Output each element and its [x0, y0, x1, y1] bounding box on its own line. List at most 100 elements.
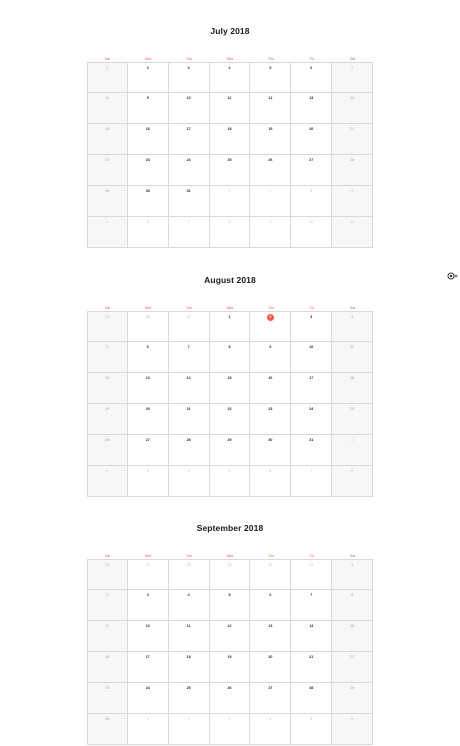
day-cell[interactable]: 1 — [209, 311, 251, 342]
day-cell[interactable]: 22 — [87, 155, 128, 186]
day-cell[interactable]: 5 — [209, 466, 251, 497]
day-cell[interactable]: 5 — [87, 217, 128, 248]
day-cell[interactable]: 3 — [127, 590, 169, 621]
day-cell[interactable]: 17 — [168, 124, 210, 155]
day-cell[interactable]: 30 — [250, 435, 292, 466]
day-cell-today[interactable]: 2 — [250, 311, 292, 342]
day-cell[interactable]: 11 — [168, 621, 210, 652]
day-cell[interactable]: 23 — [250, 404, 292, 435]
day-cell[interactable]: 14 — [332, 93, 373, 124]
day-cell[interactable]: 13 — [250, 621, 292, 652]
day-cell[interactable]: 21 — [332, 124, 373, 155]
day-cell[interactable]: 1 — [209, 186, 251, 217]
day-cell[interactable]: 13 — [127, 373, 169, 404]
day-cell[interactable]: 28 — [168, 435, 210, 466]
day-cell[interactable]: 4 — [332, 311, 373, 342]
day-cell[interactable]: 21 — [168, 404, 210, 435]
day-cell[interactable]: 31 — [291, 435, 333, 466]
day-cell[interactable]: 27 — [250, 683, 292, 714]
day-cell[interactable]: 7 — [332, 62, 373, 93]
day-cell[interactable]: 8 — [332, 590, 373, 621]
day-cell[interactable]: 7 — [291, 466, 333, 497]
day-cell[interactable]: 9 — [250, 342, 292, 373]
day-cell[interactable]: 26 — [87, 559, 128, 590]
day-cell[interactable]: 3 — [291, 311, 333, 342]
day-cell[interactable]: 24 — [127, 683, 169, 714]
day-cell[interactable]: 18 — [332, 373, 373, 404]
day-cell[interactable]: 11 — [209, 93, 251, 124]
day-cell[interactable]: 25 — [168, 683, 210, 714]
day-cell[interactable]: 17 — [291, 373, 333, 404]
day-cell[interactable]: 4 — [250, 714, 292, 745]
day-cell[interactable]: 25 — [209, 155, 251, 186]
day-cell[interactable]: 6 — [332, 714, 373, 745]
day-cell[interactable]: 9 — [87, 621, 128, 652]
day-cell[interactable]: 8 — [209, 342, 251, 373]
day-cell[interactable]: 12 — [87, 373, 128, 404]
day-cell[interactable]: 16 — [87, 652, 128, 683]
day-cell[interactable]: 7 — [168, 217, 210, 248]
day-cell[interactable]: 8 — [87, 93, 128, 124]
day-cell[interactable]: 16 — [250, 373, 292, 404]
day-cell[interactable]: 5 — [291, 714, 333, 745]
day-cell[interactable]: 3 — [291, 186, 333, 217]
day-cell[interactable]: 6 — [291, 62, 333, 93]
day-cell[interactable]: 30 — [250, 559, 292, 590]
day-cell[interactable]: 12 — [250, 93, 292, 124]
day-cell[interactable]: 28 — [332, 155, 373, 186]
day-cell[interactable]: 3 — [168, 62, 210, 93]
day-cell[interactable]: 24 — [168, 155, 210, 186]
day-cell[interactable]: 26 — [87, 435, 128, 466]
day-cell[interactable]: 2 — [87, 590, 128, 621]
day-cell[interactable]: 29 — [209, 559, 251, 590]
day-cell[interactable]: 4 — [168, 466, 210, 497]
day-cell[interactable]: 1 — [332, 559, 373, 590]
day-cell[interactable]: 2 — [250, 186, 292, 217]
day-cell[interactable]: 22 — [332, 652, 373, 683]
day-cell[interactable]: 28 — [291, 683, 333, 714]
day-cell[interactable]: 7 — [168, 342, 210, 373]
day-cell[interactable]: 23 — [87, 683, 128, 714]
day-cell[interactable]: 20 — [250, 652, 292, 683]
day-cell[interactable]: 11 — [332, 342, 373, 373]
day-cell[interactable]: 13 — [291, 93, 333, 124]
day-cell[interactable]: 16 — [127, 124, 169, 155]
day-cell[interactable]: 3 — [127, 466, 169, 497]
day-cell[interactable]: 5 — [250, 62, 292, 93]
day-cell[interactable]: 19 — [209, 652, 251, 683]
day-cell[interactable]: 25 — [332, 404, 373, 435]
day-cell[interactable]: 10 — [291, 217, 333, 248]
day-cell[interactable]: 5 — [87, 342, 128, 373]
day-cell[interactable]: 29 — [87, 311, 128, 342]
day-cell[interactable]: 1 — [332, 435, 373, 466]
day-cell[interactable]: 10 — [168, 93, 210, 124]
day-cell[interactable]: 6 — [127, 217, 169, 248]
day-cell[interactable]: 20 — [291, 124, 333, 155]
day-cell[interactable]: 3 — [209, 714, 251, 745]
day-cell[interactable]: 22 — [209, 404, 251, 435]
day-cell[interactable]: 30 — [127, 186, 169, 217]
day-cell[interactable]: 12 — [209, 621, 251, 652]
day-cell[interactable]: 28 — [168, 559, 210, 590]
day-cell[interactable]: 26 — [250, 155, 292, 186]
day-cell[interactable]: 30 — [127, 311, 169, 342]
day-cell[interactable]: 19 — [250, 124, 292, 155]
day-cell[interactable]: 27 — [127, 559, 169, 590]
cookie-icon[interactable] — [447, 267, 459, 280]
day-cell[interactable]: 6 — [250, 466, 292, 497]
day-cell[interactable]: 2 — [168, 714, 210, 745]
day-cell[interactable]: 31 — [168, 311, 210, 342]
day-cell[interactable]: 2 — [127, 62, 169, 93]
day-cell[interactable]: 21 — [291, 652, 333, 683]
day-cell[interactable]: 8 — [332, 466, 373, 497]
day-cell[interactable]: 1 — [87, 62, 128, 93]
day-cell[interactable]: 14 — [168, 373, 210, 404]
day-cell[interactable]: 15 — [209, 373, 251, 404]
day-cell[interactable]: 31 — [291, 559, 333, 590]
day-cell[interactable]: 19 — [87, 404, 128, 435]
day-cell[interactable]: 5 — [209, 590, 251, 621]
day-cell[interactable]: 1 — [127, 714, 169, 745]
day-cell[interactable]: 17 — [127, 652, 169, 683]
day-cell[interactable]: 27 — [291, 155, 333, 186]
day-cell[interactable]: 6 — [250, 590, 292, 621]
